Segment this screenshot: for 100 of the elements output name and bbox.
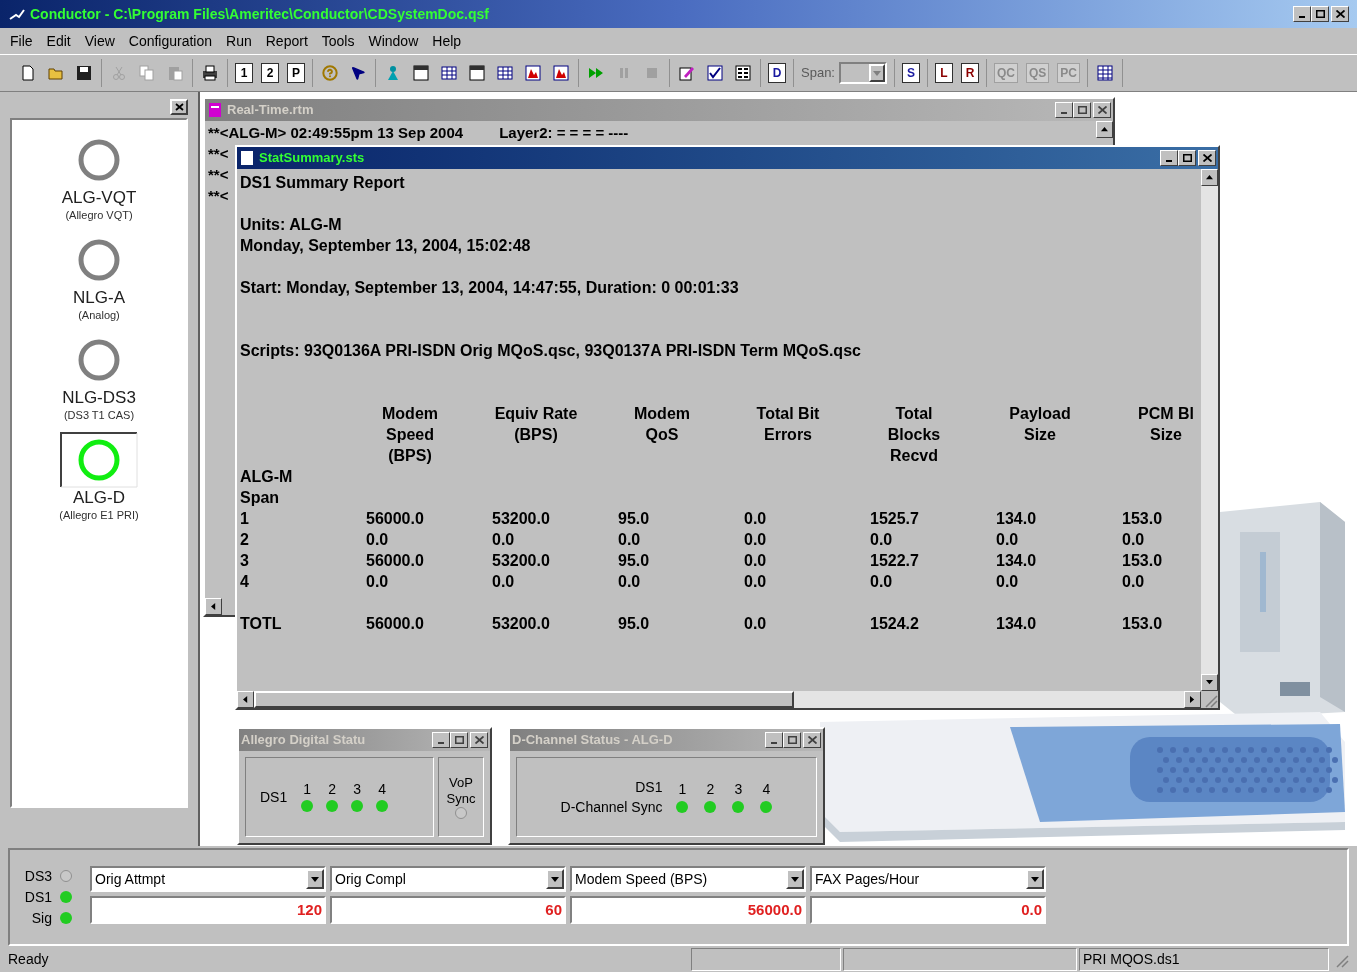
- column-header: Total Bit Errors: [755, 404, 821, 445]
- checkbox-icon: [707, 65, 723, 81]
- stat-dropdown[interactable]: Orig Attmpt: [90, 866, 326, 892]
- menu-item[interactable]: View: [84, 30, 115, 52]
- close-button[interactable]: [1331, 6, 1349, 22]
- menu-item[interactable]: Edit: [46, 30, 71, 52]
- minimize-icon: [1166, 160, 1172, 162]
- document-icon: [207, 102, 223, 118]
- minimize-icon: [1061, 112, 1067, 114]
- menu-item[interactable]: Tools: [321, 30, 355, 52]
- pencil-page-icon: [679, 65, 695, 81]
- menu-item[interactable]: Run: [226, 30, 252, 52]
- size-grip-icon[interactable]: [1201, 691, 1218, 708]
- dropdown-arrow-icon: [873, 70, 881, 76]
- scroll-thumb[interactable]: [254, 691, 794, 708]
- status-ring-icon[interactable]: [60, 432, 138, 488]
- toolbar-button[interactable]: R: [957, 59, 983, 87]
- stat-dropdown[interactable]: Modem Speed (BPS): [570, 866, 806, 892]
- page-icon: [20, 65, 36, 81]
- table-cell-text: 53200.0: [492, 509, 550, 529]
- toolbar-button[interactable]: L: [931, 59, 957, 87]
- stat-dropdown[interactable]: FAX Pages/Hour: [810, 866, 1046, 892]
- minimize-button[interactable]: [1160, 150, 1178, 166]
- minimize-button[interactable]: [1055, 102, 1073, 118]
- unit-description: (Allegro VQT): [65, 208, 133, 222]
- maximize-button[interactable]: [1073, 102, 1091, 118]
- scroll-up-button[interactable]: [1096, 121, 1113, 138]
- status-label: D-Channel Sync: [560, 799, 663, 815]
- table-icon: [497, 65, 513, 81]
- printer-icon: [202, 65, 218, 81]
- close-button[interactable]: [1198, 150, 1216, 166]
- minimize-button[interactable]: [1293, 6, 1311, 22]
- status-label: DS1: [260, 787, 288, 807]
- channel-number: 3: [734, 781, 743, 797]
- menu-item[interactable]: Report: [265, 30, 308, 52]
- close-icon: [1335, 10, 1345, 18]
- menu-item[interactable]: Configuration: [128, 30, 213, 52]
- table-cell-text: 0.0: [744, 551, 767, 571]
- minimize-button[interactable]: [432, 732, 450, 748]
- table-cell-text: TOTL: [240, 614, 282, 634]
- close-button[interactable]: [170, 99, 188, 115]
- table-cell-text: 4: [240, 572, 249, 592]
- close-icon: [1202, 154, 1212, 162]
- close-icon: [1097, 106, 1107, 114]
- horizontal-scrollbar[interactable]: [237, 691, 1218, 708]
- menu-item[interactable]: Window: [368, 30, 419, 52]
- unit-name: NLG-A: [73, 288, 125, 308]
- menu-item[interactable]: File: [10, 30, 33, 52]
- minimize-icon: [771, 742, 777, 744]
- log-line: **<: [208, 144, 229, 165]
- toolbar-button[interactable]: 1: [231, 59, 257, 87]
- close-button[interactable]: [1093, 102, 1111, 118]
- toolbar-button[interactable]: D: [764, 59, 790, 87]
- table-cell-text: 56000.0: [366, 509, 424, 529]
- column-header: Total Blocks Recvd: [886, 404, 942, 466]
- maximize-icon: [1182, 154, 1192, 162]
- channel-number: 4: [762, 781, 771, 797]
- unit-name: ALG-VQT: [61, 188, 137, 208]
- toolbar-button[interactable]: S: [898, 59, 924, 87]
- window-title: Allegro Digital Statu: [241, 731, 367, 750]
- table-cell-text: 56000.0: [366, 551, 424, 571]
- scroll-left-button[interactable]: [205, 598, 222, 615]
- log-line: **<ALG-M> 02:49:55pm 13 Sep 2004: [208, 123, 464, 144]
- table-cell-text: 0.0: [744, 614, 767, 634]
- scroll-up-button[interactable]: [1201, 169, 1218, 186]
- maximize-icon: [454, 736, 464, 744]
- maximize-button[interactable]: [1311, 6, 1329, 22]
- report-line: Scripts: 93Q0136A PRI-ISDN Orig MQoS.qsc, 93Q0137A PRI-ISDN Term MQoS.qsc: [240, 341, 862, 361]
- maximize-icon: [1077, 106, 1087, 114]
- toolbar-button[interactable]: P: [283, 59, 309, 87]
- stat-dropdown[interactable]: Orig Compl: [330, 866, 566, 892]
- status-file: PRI MQOS.ds1: [1083, 950, 1180, 969]
- minimize-button[interactable]: [765, 732, 783, 748]
- table-cell-text: 0.0: [618, 530, 641, 550]
- scroll-right-button[interactable]: [1184, 691, 1201, 708]
- table-cell-text: 0.0: [744, 509, 767, 529]
- column-header: Modem Speed (BPS): [381, 404, 439, 466]
- pointer-icon: [350, 65, 366, 81]
- value-field: 56000.0: [570, 896, 806, 924]
- scroll-down-button[interactable]: [1201, 674, 1218, 691]
- menu-item[interactable]: Help: [432, 30, 462, 52]
- report-line: Monday, September 13, 2004, 15:02:48: [240, 236, 532, 256]
- toolbar-button[interactable]: 2: [257, 59, 283, 87]
- table-cell-text: 134.0: [996, 551, 1037, 571]
- table-cell-text: 153.0: [1122, 551, 1163, 571]
- maximize-button[interactable]: [1178, 150, 1196, 166]
- unit-name: ALG-D: [73, 488, 125, 508]
- chart-icon: [553, 65, 569, 81]
- maximize-icon: [1315, 10, 1325, 18]
- figure-icon: [385, 65, 401, 81]
- value-field: 0.0: [810, 896, 1046, 924]
- maximize-button[interactable]: [783, 732, 801, 748]
- maximize-button[interactable]: [450, 732, 468, 748]
- vertical-scrollbar[interactable]: [1201, 169, 1218, 691]
- dropdown-arrow-icon: [1031, 876, 1039, 882]
- close-button[interactable]: [470, 732, 488, 748]
- value-field: 120: [90, 896, 326, 924]
- close-button[interactable]: [803, 732, 821, 748]
- scroll-left-button[interactable]: [237, 691, 254, 708]
- table-cell-text: 134.0: [996, 614, 1037, 634]
